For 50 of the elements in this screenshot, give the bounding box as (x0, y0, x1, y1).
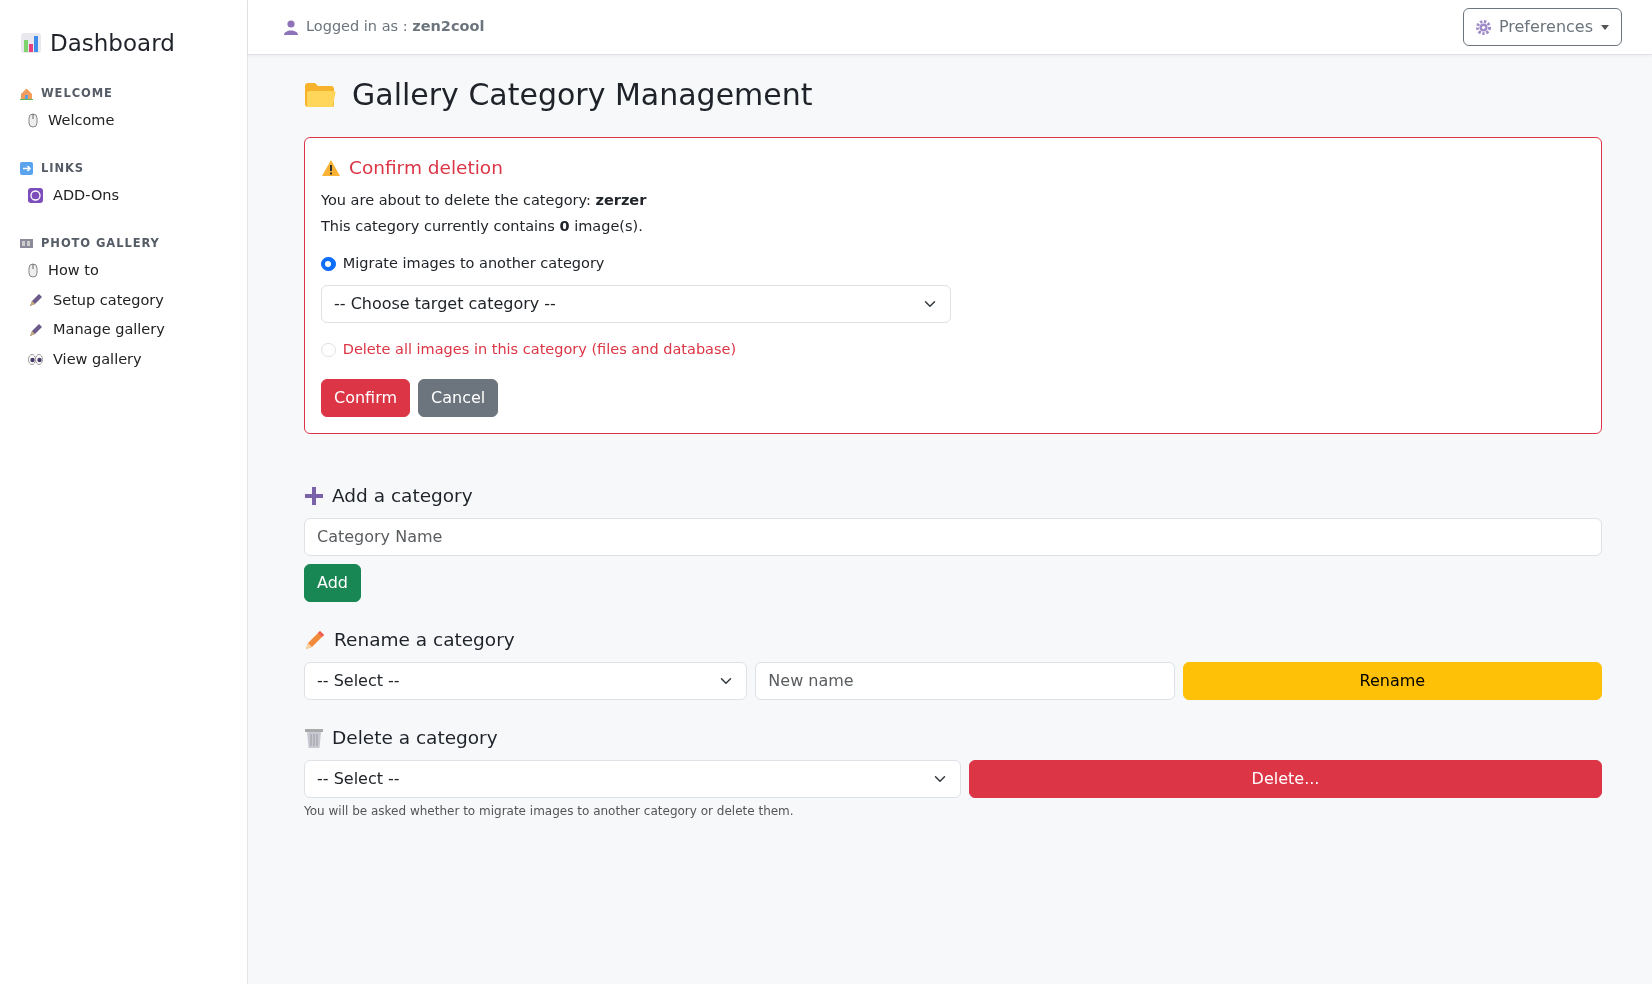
radio-button[interactable] (321, 256, 336, 272)
button[interactable]: Cancel (418, 379, 499, 418)
sidebar-link[interactable]: How to (38, 255, 109, 286)
button[interactable]: Confirm (321, 379, 411, 418)
folder-icon (304, 82, 336, 108)
message-text: This category currently contains 0 image(s). (321, 216, 644, 236)
sidebar-link[interactable]: Welcome (38, 105, 125, 136)
section-title: Rename a category (334, 628, 515, 652)
trash-icon (304, 726, 324, 749)
select-field[interactable]: -- Select -- (304, 661, 748, 700)
gear-icon (1475, 19, 1491, 35)
message-text: You are about to delete the category: zerzer (321, 190, 648, 210)
page-title: Gallery Category Management (352, 77, 813, 113)
sidebar-link[interactable]: View gallery (43, 345, 152, 375)
chart-icon (20, 32, 42, 55)
section-heading: LINKS (41, 159, 85, 177)
pencil-icon (304, 628, 326, 651)
button[interactable]: Add (304, 564, 361, 602)
section-title: Add a category (332, 484, 473, 509)
help-text: You will be asked whether to migrate images to another category or delete them. (304, 802, 795, 820)
logged-in-text: Logged in as : zen2cool (306, 17, 485, 37)
house-icon (20, 86, 33, 100)
mouse-icon (28, 113, 38, 129)
arrow-icon (20, 161, 33, 175)
caret-icon (1601, 24, 1609, 30)
user-icon (284, 19, 298, 35)
button[interactable]: Rename (1182, 661, 1602, 700)
sidebar-link[interactable]: Setup category (43, 285, 174, 316)
film-icon (20, 238, 33, 248)
section-title: Delete a category (332, 725, 498, 750)
section-heading: PHOTO GALLERY (41, 234, 160, 252)
sidebar-link[interactable]: ADD-Ons (43, 180, 130, 211)
sidebar-link[interactable]: Manage gallery (43, 315, 175, 345)
plus-icon (304, 486, 324, 507)
preferences-button[interactable]: Preferences (1462, 8, 1622, 46)
radio-label: Delete all images in this category (files and database) (342, 340, 737, 360)
text-field[interactable]: New name (755, 661, 1175, 700)
text-field[interactable]: Category Name (304, 518, 1602, 556)
pen-icon (28, 292, 43, 308)
eyes-icon (28, 354, 43, 366)
brand-title[interactable]: Dashboard (50, 26, 175, 61)
pen-icon (28, 322, 43, 338)
radio-label: Migrate images to another category (342, 254, 605, 274)
category-select[interactable]: -- Choose target category -- (321, 285, 951, 324)
button[interactable]: Delete... (969, 759, 1602, 798)
warning-icon (321, 158, 341, 177)
section-heading: WELCOME (41, 84, 113, 102)
mouse-icon (28, 263, 38, 279)
select-field[interactable]: -- Select -- (304, 759, 961, 798)
panel-title: Confirm deletion (349, 156, 503, 180)
